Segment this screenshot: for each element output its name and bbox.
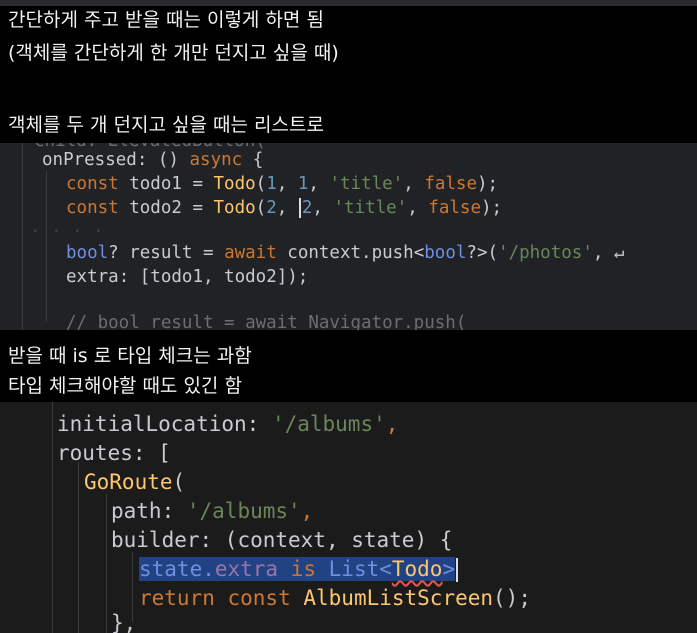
note-line-5: 타입 체크해야할 때도 있긴 함 [8, 375, 242, 397]
code-token: 2 [266, 198, 277, 218]
code-token: , [403, 174, 425, 194]
code-token: 'title' [329, 174, 404, 194]
code-token: ( [172, 470, 186, 494]
note-line-1: 간단하게 주고 받을 때는 이렇게 하면 됨 [8, 9, 324, 31]
code-token: state. [139, 557, 215, 581]
code-token: , [385, 412, 399, 436]
code-token: ); [481, 198, 503, 218]
code-token: : [246, 412, 272, 436]
code-token: ( [255, 174, 267, 194]
code-token: ? result = [108, 243, 225, 263]
indent-guide [22, 143, 23, 330]
code-token: bool [66, 243, 109, 263]
code-token: initialLocation [57, 412, 247, 436]
code-token: const [66, 198, 119, 218]
code-token: return [139, 586, 215, 610]
code-token: { [242, 150, 264, 170]
code-token: todo1 = [118, 174, 214, 194]
code-token: todo2 = [118, 198, 214, 218]
code-token: routes [57, 441, 133, 465]
code-editor-1[interactable]: child: ElevatedButton( onPressed: () asy… [0, 143, 697, 330]
code-token: 2 [301, 198, 313, 218]
code-token: false [428, 198, 481, 218]
code-editor-2[interactable]: initialLocation: '/albums', routes: [ Go… [0, 402, 697, 633]
indent-guide [52, 402, 53, 633]
code-line[interactable]: return const AlbumListScreen(); [139, 584, 531, 613]
code-token: const [66, 174, 119, 194]
code-token: GoRoute [84, 470, 173, 494]
code-token: const [214, 586, 304, 610]
code-line[interactable]: const todo2 = Todo(2, 2, 'title', false)… [66, 196, 502, 220]
code-token: async [189, 150, 243, 170]
code-token: path [111, 499, 162, 523]
code-token: , [300, 499, 314, 523]
code-token: > [442, 557, 456, 581]
code-token: ); [477, 174, 499, 194]
indent-guide [46, 171, 47, 321]
code-token: AlbumListScreen [303, 586, 494, 610]
code-line-selected[interactable]: state.extra is List<Todo> [139, 555, 459, 584]
code-token: false [424, 174, 477, 194]
code-token: : [ [132, 441, 171, 465]
code-token-error: Todo [391, 557, 443, 581]
code-token: ?>( [466, 243, 499, 263]
code-token: : [todo1, todo2]); [118, 267, 309, 287]
code-token: await [224, 243, 277, 263]
text-cursor [456, 558, 459, 582]
code-token: bool [424, 243, 467, 263]
code-token: }, [111, 611, 137, 633]
code-token: List< [328, 557, 392, 581]
indent-guide [78, 462, 79, 633]
code-token: , [276, 174, 298, 194]
code-token: onPressed [42, 150, 137, 170]
code-token: is [278, 557, 329, 581]
code-token: Todo [213, 198, 256, 218]
code-token: '/photos' [498, 243, 593, 263]
code-comment-line: // bool result = await Navigator.push( [66, 313, 467, 330]
code-line[interactable]: onPressed: () async { [42, 148, 263, 172]
code-token: : [161, 499, 187, 523]
code-token: , [308, 174, 330, 194]
indent-guide [106, 494, 107, 633]
code-token: 1 [297, 174, 309, 194]
code-line[interactable]: path: '/albums', [111, 497, 313, 526]
code-token: 1 [266, 174, 277, 194]
code-token: ( [255, 198, 267, 218]
code-line[interactable]: GoRoute( [84, 468, 185, 497]
note-line-3: 객체를 두 개 던지고 싶을 때는 리스트로 [8, 114, 324, 136]
code-line[interactable]: extra: [todo1, todo2]); [66, 265, 308, 289]
code-line[interactable]: bool? result = await context.push<bool?>… [66, 241, 624, 265]
code-token: '/albums' [186, 499, 301, 523]
code-token: , [312, 198, 334, 218]
note-line-4: 받을 때 is 로 타입 체크는 과함 [8, 345, 252, 367]
code-token: extra [66, 267, 119, 287]
code-token: extra [214, 557, 279, 581]
code-line[interactable]: }, [111, 609, 136, 633]
code-token: : () [136, 150, 190, 170]
code-line[interactable]: initialLocation: '/albums', [57, 410, 398, 439]
code-token: context.push< [276, 243, 425, 263]
code-token: (); [493, 586, 531, 610]
text-cursor [298, 198, 301, 218]
code-token: Todo [213, 174, 256, 194]
code-token: '/albums' [271, 412, 386, 436]
code-line[interactable]: routes: [ [57, 439, 171, 468]
code-line[interactable]: builder: (context, state) { [111, 526, 452, 555]
code-token: 'title' [333, 198, 408, 218]
code-token: : (context, state) { [199, 528, 453, 552]
code-line[interactable]: const todo1 = Todo(1, 1, 'title', false)… [66, 172, 498, 196]
code-token: builder [111, 528, 200, 552]
code-token: , [276, 198, 298, 218]
code-token: , [407, 198, 429, 218]
note-line-2: (객체를 간단하게 한 개만 던지고 싶을 때) [8, 42, 339, 64]
code-token: , ↵ [592, 243, 625, 263]
